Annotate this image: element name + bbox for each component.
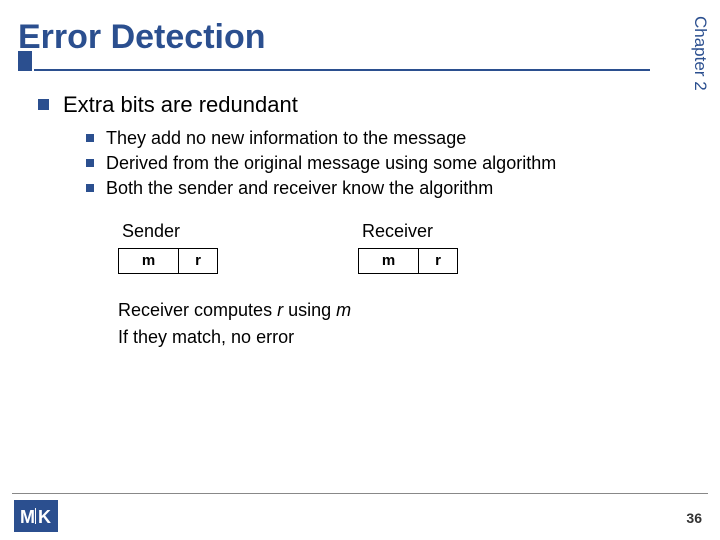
sub-a-text: They add no new information to the messa…	[106, 128, 466, 149]
sub-b-text: Derived from the original message using …	[106, 153, 556, 174]
square-bullet-icon	[38, 99, 49, 110]
sender-label: Sender	[122, 221, 218, 242]
title-underline	[18, 65, 650, 71]
cell-m: m	[358, 248, 418, 274]
conclusion-line1: Receiver computes r using m	[118, 300, 680, 321]
slide-title: Error Detection	[18, 18, 650, 57]
bullet-level1: Extra bits are redundant	[38, 92, 680, 118]
cell-m: m	[118, 248, 178, 274]
bullet1-text: Extra bits are redundant	[63, 92, 298, 118]
receiver-frame: m r	[358, 248, 458, 274]
content-area: Extra bits are redundant They add no new…	[38, 92, 680, 354]
square-bullet-icon	[86, 184, 94, 192]
diagram-row: Sender m r Receiver m r	[118, 221, 680, 274]
svg-text:K: K	[38, 507, 51, 527]
svg-text:M: M	[20, 507, 35, 527]
sender-frame: m r	[118, 248, 218, 274]
conclusion-block: Receiver computes r using m If they matc…	[118, 300, 680, 348]
receiver-diagram: Receiver m r	[358, 221, 458, 274]
bullet-level2: Both the sender and receiver know the al…	[86, 178, 680, 199]
sender-diagram: Sender m r	[118, 221, 218, 274]
cell-r: r	[178, 248, 218, 274]
bullet-level2: Derived from the original message using …	[86, 153, 680, 174]
conclusion-line2: If they match, no error	[118, 327, 680, 348]
sub-c-text: Both the sender and receiver know the al…	[106, 178, 493, 199]
cell-r: r	[418, 248, 458, 274]
square-bullet-icon	[86, 159, 94, 167]
footer-divider	[12, 493, 708, 495]
square-bullet-icon	[86, 134, 94, 142]
publisher-logo: M K	[14, 500, 58, 532]
title-block: Error Detection	[18, 18, 650, 71]
chapter-label: Chapter 2	[690, 16, 710, 91]
bullet-level2: They add no new information to the messa…	[86, 128, 680, 149]
page-number: 36	[686, 510, 702, 526]
receiver-label: Receiver	[362, 221, 458, 242]
